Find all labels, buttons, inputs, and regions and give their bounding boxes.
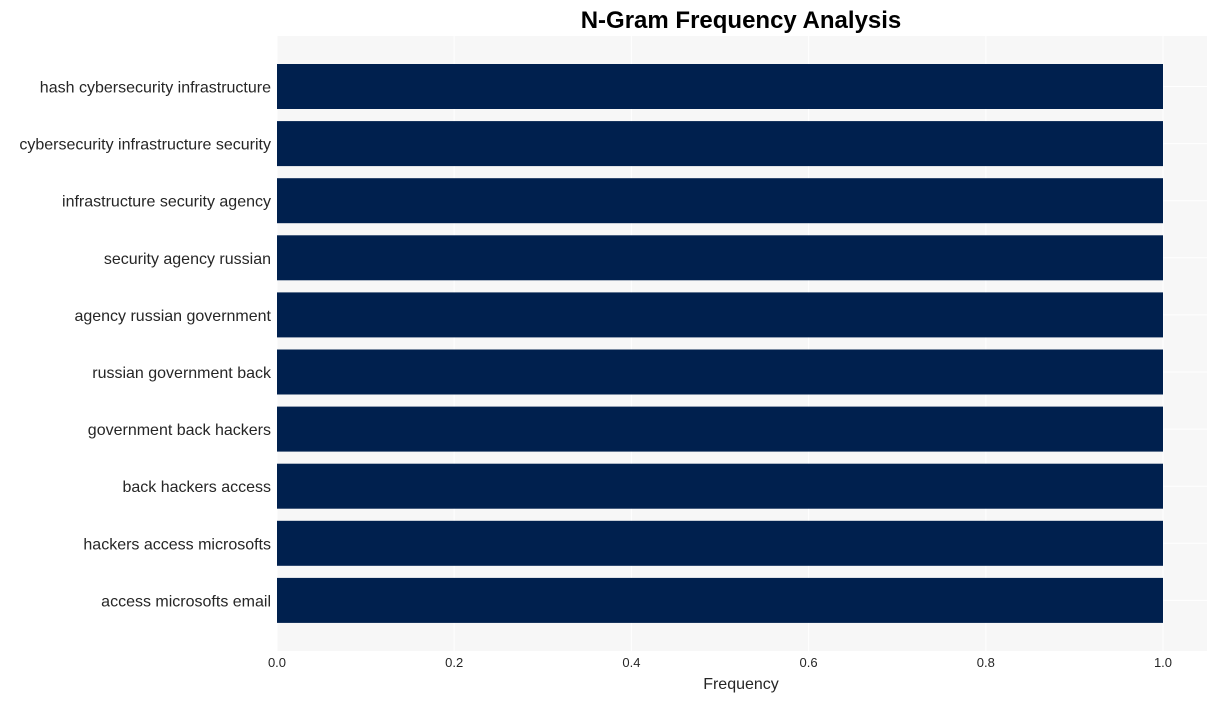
y-tick-label: russian government back bbox=[92, 365, 272, 382]
bar bbox=[277, 178, 1163, 224]
chart: hash cybersecurity infrastructure cyberse… bbox=[19, 7, 1207, 693]
bar bbox=[277, 64, 1163, 109]
x-tick-label: 0.4 bbox=[622, 655, 640, 670]
bar bbox=[277, 577, 1163, 623]
bar bbox=[277, 121, 1163, 167]
y-tick-label: hackers access microsofts bbox=[83, 536, 271, 553]
bar bbox=[277, 235, 1163, 281]
chart-title: N-Gram Frequency Analysis bbox=[581, 7, 902, 34]
x-tick-label: 0.0 bbox=[268, 655, 286, 670]
y-tick-label: access microsofts email bbox=[101, 593, 271, 610]
x-axis-label: Frequency bbox=[703, 676, 779, 693]
x-tick-label: 0.6 bbox=[800, 655, 818, 670]
bar bbox=[277, 292, 1163, 338]
bar bbox=[277, 463, 1163, 509]
x-tick-label: 1.0 bbox=[1154, 655, 1172, 670]
y-tick-label: government back hackers bbox=[88, 422, 271, 439]
y-tick-label: agency russian government bbox=[74, 308, 271, 325]
y-tick-label: hash cybersecurity infrastructure bbox=[40, 80, 271, 97]
bar bbox=[277, 406, 1163, 452]
y-tick-label: infrastructure security agency bbox=[62, 194, 271, 211]
bar bbox=[277, 349, 1163, 395]
y-tick-label: cybersecurity infrastructure security bbox=[19, 137, 271, 154]
y-tick-label: security agency russian bbox=[104, 251, 271, 268]
x-tick-label: 0.8 bbox=[977, 655, 995, 670]
x-tick-label: 0.2 bbox=[445, 655, 463, 670]
y-tick-label: back hackers access bbox=[122, 479, 271, 496]
x-axis-ticks: 0.0 0.2 0.4 0.6 0.8 1.0 bbox=[268, 655, 1172, 670]
bar bbox=[277, 520, 1163, 566]
y-axis-labels: hash cybersecurity infrastructure cyberse… bbox=[19, 80, 272, 611]
